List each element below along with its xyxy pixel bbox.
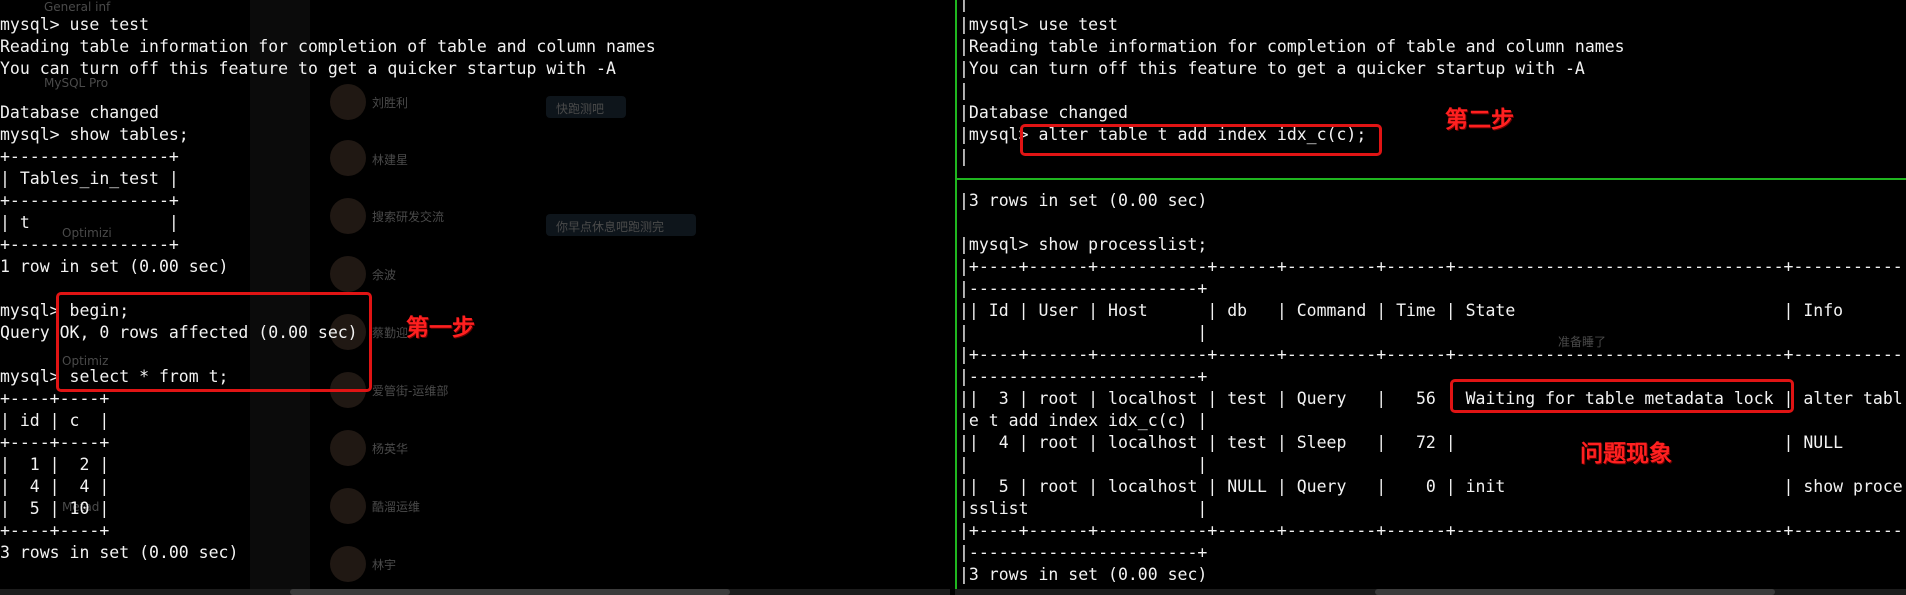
terminal-line: | | [959,323,1208,342]
terminal-line: | [959,0,969,12]
step2-annotation: 第二步 [1445,107,1514,133]
terminal-line: |mysql> use test [959,15,1118,34]
scrollbar-thumb[interactable] [290,589,730,595]
terminal-line: |-----------------------+ [959,279,1208,298]
terminal-line: +----+----+ [0,433,110,452]
terminal-line: | [959,81,969,100]
terminal-line: +----------------+ [0,147,179,166]
step2-highlight-box [1020,124,1382,156]
terminal-line: || 5 | root | localhost | NULL | Query |… [959,477,1903,496]
terminal-line: | [959,147,969,166]
terminal-line: |mysql> show processlist; [959,235,1208,254]
terminal-line: |-----------------------+ [959,367,1208,386]
terminal-line: | Tables_in_test | [0,169,179,188]
terminal-line: | 1 | 2 | [0,455,110,474]
terminal-line: |-----------------------+ [959,543,1208,562]
terminal-line: +----+----+ [0,521,110,540]
terminal-line: | 5 | 10 | [0,499,110,518]
terminal-line: You can turn off this feature to get a q… [0,59,616,78]
step1-highlight-box [56,292,372,392]
terminal-line: |sslist | [959,499,1208,518]
left-terminal[interactable]: mysql> use test Reading table informatio… [0,0,950,595]
terminal-line: Database changed [0,103,159,122]
scrollbar-thumb[interactable] [1375,589,1775,595]
terminal-line: || 4 | root | localhost | test | Sleep |… [959,433,1844,452]
terminal-line: +----------------+ [0,191,179,210]
terminal-line: |+----+------+-----------+------+-------… [959,521,1903,540]
terminal-line: |Reading table information for completio… [959,37,1625,56]
terminal-line: | t | [0,213,179,232]
terminal-line: mysql> show tables; [0,125,189,144]
terminal-line: || Id | User | Host | db | Command | Tim… [959,301,1844,320]
terminal-line: mysql> use test [0,15,150,34]
terminal-line: |Database changed [959,103,1128,122]
pane-left-border [955,0,957,595]
terminal-line: | | [959,455,1208,474]
problem-highlight-box [1450,379,1794,413]
step1-annotation: 第一步 [406,315,475,341]
terminal-line: 3 rows in set (0.00 sec) [0,543,239,562]
pane-split-divider[interactable] [955,178,1906,180]
terminal-line: 1 row in set (0.00 sec) [0,257,229,276]
terminal-line: | id | c | [0,411,110,430]
terminal-line: | 4 | 4 | [0,477,110,496]
terminal-line: |+----+------+-----------+------+-------… [959,257,1903,276]
terminal-line: Reading table information for completion… [0,37,656,56]
terminal-line: |3 rows in set (0.00 sec) [959,565,1208,584]
terminal-line: |3 rows in set (0.00 sec) [959,191,1208,210]
terminal-line: |+----+------+-----------+------+-------… [959,345,1903,364]
terminal-line: |e t add index idx_c(c) | [959,411,1208,430]
terminal-line: +----------------+ [0,235,179,254]
terminal-line: |You can turn off this feature to get a … [959,59,1585,78]
problem-annotation: 问题现象 [1580,441,1672,467]
right-terminal[interactable]: | |mysql> use test |Reading table inform… [955,0,1906,595]
